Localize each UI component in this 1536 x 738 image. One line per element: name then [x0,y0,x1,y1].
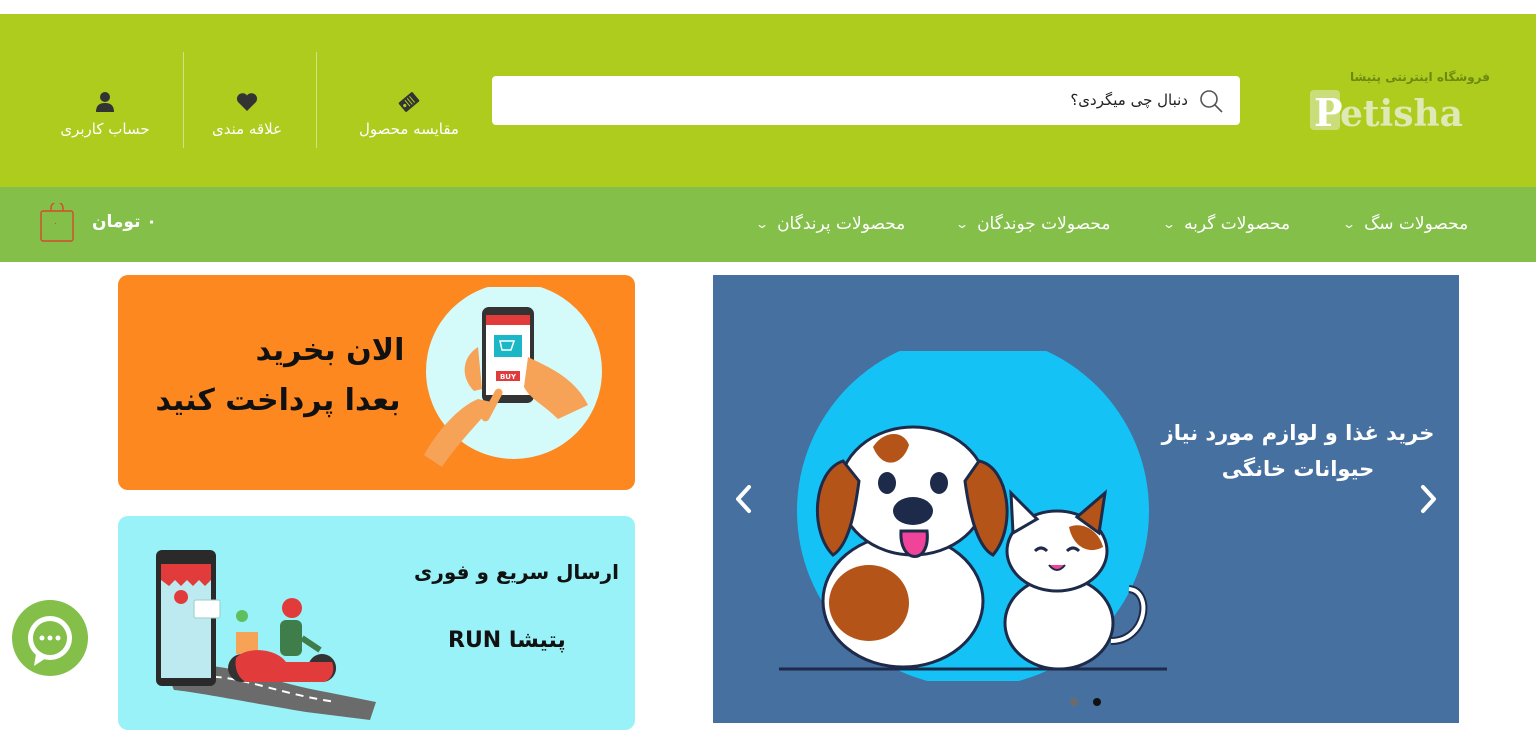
chat-button[interactable] [12,600,88,676]
chevron-right-icon[interactable] [1413,481,1443,517]
nav-item-label: محصولات گربه [1184,214,1291,234]
compare-label: مقایسه محصول [359,120,459,138]
slide-caption: خرید غذا و لوازم مورد نیاز حیوانات خانگی [1153,415,1443,487]
banner-fast-delivery[interactable]: ارسال سریع و فوری پتیشا RUN [118,516,635,730]
compare-tag-icon [398,92,420,112]
banner-subtitle: بعدا پرداخت کنید [155,383,401,418]
banner-title: ارسال سریع و فوری [414,560,619,584]
account-label: حساب کاربری [60,120,150,138]
logo[interactable]: فروشگاه اینترنتی پتیشا P etisha [1310,68,1490,135]
account-button[interactable]: حساب کاربری [40,90,170,138]
user-icon [96,92,114,112]
heart-icon [236,93,258,111]
logo-tagline: فروشگاه اینترنتی پتیشا [1350,70,1490,84]
nav-item-label: محصولات سگ [1364,214,1469,234]
chevron-down-icon: ⌄ [954,217,970,231]
buy-label: BUY [500,373,517,381]
scooter-delivery-illustration [156,550,376,720]
cart-button[interactable]: ۰ [38,201,76,243]
chevron-down-icon: ⌄ [754,217,770,231]
nav-item-cat[interactable]: محصولات گربه ⌄ [1161,210,1291,238]
chevron-down-icon: ⌄ [1341,217,1357,231]
banner-buy-now-pay-later[interactable]: الان بخرید بعدا پرداخت کنید BUY [118,275,635,490]
slide-caption-line1: خرید غذا و لوازم مورد نیاز [1161,421,1435,445]
header-divider [316,52,317,148]
nav-item-birds[interactable]: محصولات پرندگان ⌄ [754,210,906,238]
search-box[interactable] [492,76,1240,125]
chevron-left-icon[interactable] [729,481,759,517]
chat-bubble-icon [28,616,72,666]
wishlist-button[interactable]: علاقه مندی [182,90,312,138]
cart-count: ۰ [53,219,58,229]
search-input[interactable] [528,88,1188,112]
nav-item-label: محصولات جوندگان [977,214,1111,234]
chevron-down-icon: ⌄ [1161,217,1177,231]
slider-dot[interactable] [1070,698,1078,706]
slide-caption-line2: حیوانات خانگی [1221,457,1375,481]
svg-text:P: P [1314,90,1343,135]
phone-shopping-illustration: BUY [424,287,602,467]
header-divider [183,52,184,148]
nav-item-label: محصولات پرندگان [777,214,906,234]
compare-button[interactable]: مقایسه محصول [344,90,474,138]
nav-item-rodents[interactable]: محصولات جوندگان ⌄ [954,210,1111,238]
nav-item-dog[interactable]: محصولات سگ ⌄ [1341,210,1469,238]
cart-total[interactable]: ۰ تومان [92,212,157,232]
logo-wordmark-graphic: P etisha [1310,90,1463,135]
svg-text:etisha: etisha [1340,93,1463,135]
slider-dot-active[interactable] [1093,698,1101,706]
banner-subtitle: پتیشا RUN [448,628,566,653]
hero-slider[interactable]: خرید غذا و لوازم مورد نیاز حیوانات خانگی [713,275,1459,723]
dog-and-cat-illustration [779,351,1167,681]
search-icon[interactable] [1198,88,1224,114]
wishlist-label: علاقه مندی [211,120,283,138]
logo-wordmark: P etisha [1310,86,1490,146]
